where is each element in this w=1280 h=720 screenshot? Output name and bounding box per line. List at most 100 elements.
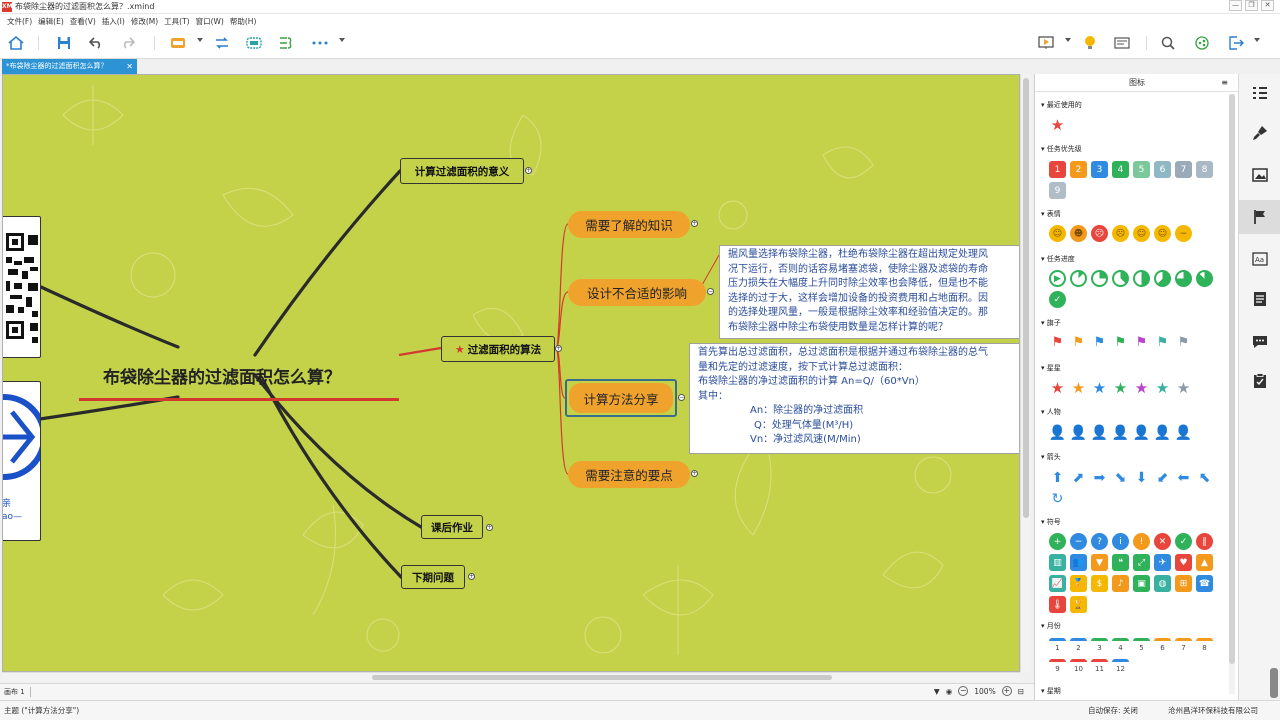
info-icon[interactable]: i bbox=[1112, 533, 1129, 550]
section-weekdays[interactable]: 星期 bbox=[1041, 686, 1061, 696]
menu-window[interactable]: 窗口(W) bbox=[193, 14, 227, 28]
green-star-icon[interactable]: ★ bbox=[1112, 379, 1129, 397]
search-icon[interactable] bbox=[1158, 34, 1178, 52]
chevron-down-icon[interactable] bbox=[339, 38, 345, 42]
canvas-horizontal-scrollbar[interactable] bbox=[2, 672, 1020, 682]
expand-icon[interactable]: + bbox=[525, 167, 532, 174]
arrow-down-icon[interactable]: ⬇ bbox=[1133, 469, 1150, 486]
share-icon[interactable] bbox=[1192, 34, 1212, 52]
pause-icon[interactable]: ‖ bbox=[1196, 533, 1213, 550]
thermometer-icon[interactable]: 🌡 bbox=[1049, 596, 1066, 613]
smile-icon[interactable]: ☺ bbox=[1049, 225, 1066, 242]
chevron-down-icon[interactable] bbox=[197, 38, 203, 42]
topic-meaning[interactable]: 计算过滤面积的意义 bbox=[400, 158, 524, 184]
mindmap-canvas[interactable]: 亲 ao— 布袋除尘器的过滤面积怎么算？ 计算过滤面积的意义 + ★ 过滤面积的… bbox=[2, 74, 1020, 672]
month-5-icon[interactable]: 5 bbox=[1133, 638, 1150, 655]
line-chart-icon[interactable]: 📈 bbox=[1049, 575, 1066, 592]
teal-person-icon[interactable]: 👤 bbox=[1154, 424, 1171, 441]
green-flag-icon[interactable]: ⚑ bbox=[1112, 334, 1129, 351]
progress-6-icon[interactable] bbox=[1175, 270, 1192, 287]
section-smiley[interactable]: 表情 bbox=[1041, 209, 1061, 219]
progress-0-icon[interactable]: ▶ bbox=[1049, 270, 1066, 287]
arrow-up-right-icon[interactable]: ⬈ bbox=[1070, 469, 1087, 486]
home-icon[interactable] bbox=[6, 34, 26, 52]
expand-arrows-icon[interactable]: ⤢ bbox=[1133, 554, 1150, 571]
check-icon[interactable]: ✓ bbox=[1175, 533, 1192, 550]
priority-2-icon[interactable]: 2 bbox=[1070, 161, 1087, 178]
format-brush-icon[interactable] bbox=[1239, 116, 1280, 150]
priority-1-icon[interactable]: 1 bbox=[1049, 161, 1066, 178]
thumb-up-icon[interactable]: ▲ bbox=[1196, 554, 1213, 571]
month-11-icon[interactable]: 11 bbox=[1091, 659, 1108, 676]
question-icon[interactable]: ? bbox=[1091, 533, 1108, 550]
refresh-icon[interactable]: ↻ bbox=[1049, 490, 1066, 507]
cross-icon[interactable]: ✕ bbox=[1154, 533, 1171, 550]
globe-icon[interactable]: ◍ bbox=[1154, 575, 1171, 592]
eye-icon[interactable]: ◉ bbox=[946, 687, 953, 696]
laugh-icon[interactable]: ☻ bbox=[1070, 225, 1087, 242]
menu-help[interactable]: 帮助(H) bbox=[227, 14, 260, 28]
subtopic-caution[interactable]: 需要注意的要点 bbox=[568, 461, 690, 488]
notes-panel-icon[interactable] bbox=[1239, 282, 1280, 316]
status-autosave[interactable]: 自动保存: 关闭 bbox=[1088, 705, 1138, 716]
expand-icon[interactable]: + bbox=[468, 573, 475, 580]
month-3-icon[interactable]: 3 bbox=[1091, 638, 1108, 655]
image-panel-icon[interactable] bbox=[1239, 158, 1280, 192]
green-person-icon[interactable]: 👤 bbox=[1112, 424, 1129, 441]
central-topic[interactable]: 布袋除尘器的过滤面积怎么算？ bbox=[103, 363, 341, 388]
undo-icon[interactable] bbox=[86, 34, 106, 52]
medal-icon[interactable]: 🏅 bbox=[1070, 575, 1087, 592]
blue-person-icon[interactable]: 👤 bbox=[1091, 424, 1108, 441]
heart-icon[interactable]: ♥ bbox=[1175, 554, 1192, 571]
neutral-icon[interactable]: − bbox=[1175, 225, 1192, 242]
chevron-down-icon[interactable] bbox=[1065, 38, 1071, 42]
topic-insert-icon[interactable] bbox=[168, 34, 188, 52]
month-4-icon[interactable]: 4 bbox=[1112, 638, 1129, 655]
priority-8-icon[interactable]: 8 bbox=[1196, 161, 1213, 178]
topic-homework[interactable]: 课后作业 bbox=[421, 515, 483, 539]
month-6-icon[interactable]: 6 bbox=[1154, 638, 1171, 655]
month-12-icon[interactable]: 12 bbox=[1112, 659, 1129, 676]
zoom-in-button[interactable]: + bbox=[1001, 686, 1012, 696]
purple-star-icon[interactable]: ★ bbox=[1133, 379, 1150, 397]
red-star-icon[interactable]: ★ bbox=[1049, 379, 1066, 397]
priority-7-icon[interactable]: 7 bbox=[1175, 161, 1192, 178]
menu-insert[interactable]: 插入(I) bbox=[99, 14, 128, 28]
flag-panel-icon[interactable] bbox=[1239, 200, 1280, 234]
month-8-icon[interactable]: 8 bbox=[1196, 638, 1213, 655]
cart-icon[interactable]: ⊞ bbox=[1175, 575, 1192, 592]
section-people[interactable]: 人物 bbox=[1041, 407, 1061, 417]
relationship-icon[interactable] bbox=[212, 34, 232, 52]
red-flag-icon[interactable]: ⚑ bbox=[1049, 334, 1066, 351]
outline-view-icon[interactable] bbox=[1112, 34, 1132, 52]
task-icon[interactable] bbox=[1239, 364, 1280, 398]
expand-icon[interactable]: + bbox=[555, 345, 562, 352]
section-stars[interactable]: 星星 bbox=[1041, 363, 1061, 373]
summary-icon[interactable] bbox=[276, 34, 296, 52]
expand-icon[interactable]: + bbox=[691, 470, 698, 477]
topic-algorithm[interactable]: ★ 过滤面积的算法 bbox=[441, 336, 555, 362]
orange-flag-icon[interactable]: ⚑ bbox=[1070, 334, 1087, 351]
save-icon[interactable] bbox=[54, 34, 74, 52]
outline-icon[interactable] bbox=[1239, 76, 1280, 110]
month-9-icon[interactable]: 9 bbox=[1049, 659, 1066, 676]
minimize-button[interactable]: — bbox=[1229, 0, 1242, 11]
progress-2-icon[interactable] bbox=[1091, 270, 1108, 287]
angry-icon[interactable]: ☹ bbox=[1091, 225, 1108, 242]
menu-modify[interactable]: 修改(M) bbox=[128, 14, 161, 28]
orange-person-icon[interactable]: 👤 bbox=[1070, 424, 1087, 441]
collapse-icon[interactable]: − bbox=[707, 288, 714, 295]
star-icon[interactable]: ★ bbox=[1049, 116, 1066, 134]
month-2-icon[interactable]: 2 bbox=[1070, 638, 1087, 655]
maximize-button[interactable]: ❐ bbox=[1245, 0, 1258, 11]
red-person-icon[interactable]: 👤 bbox=[1049, 424, 1066, 441]
menu-view[interactable]: 查看(V) bbox=[67, 14, 99, 28]
progress-done-icon[interactable]: ✓ bbox=[1049, 291, 1066, 308]
close-button[interactable]: ✕ bbox=[1261, 0, 1274, 11]
menu-edit[interactable]: 编辑(E) bbox=[35, 14, 67, 28]
thumb-down-icon[interactable]: ▼ bbox=[1091, 554, 1108, 571]
arrow-up-icon[interactable]: ⬆ bbox=[1049, 469, 1066, 486]
arrow-left-icon[interactable]: ⬅ bbox=[1175, 469, 1192, 486]
gray-flag-icon[interactable]: ⚑ bbox=[1175, 334, 1192, 351]
fit-icon[interactable]: ⊟ bbox=[1018, 687, 1024, 696]
